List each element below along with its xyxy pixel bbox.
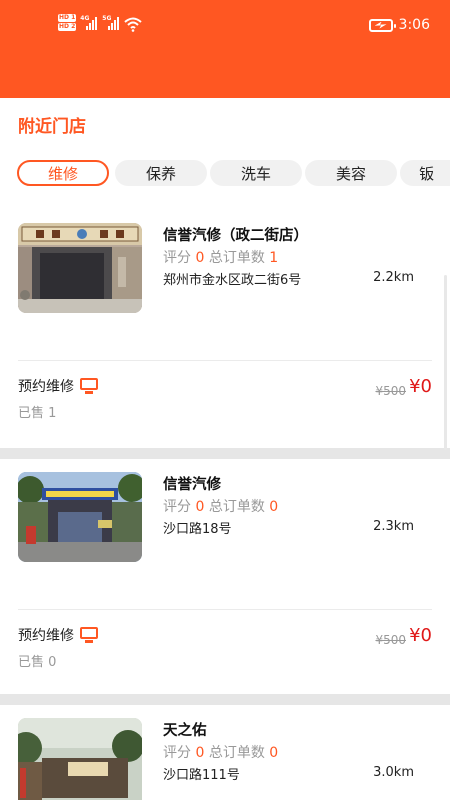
status-right: 3:06 bbox=[368, 17, 430, 33]
sold-count: 已售 1 bbox=[18, 406, 57, 421]
tab-sheet-metal[interactable]: 钣 bbox=[400, 160, 450, 186]
orders-label: 总订单数 bbox=[208, 745, 265, 761]
service-label[interactable]: 预约维修 bbox=[18, 376, 98, 396]
tab-car-wash[interactable]: 洗车 bbox=[210, 160, 302, 186]
status-bar: HD 1 HD 2 4G 5G 3:06 bbox=[0, 0, 450, 98]
signal-icon-1: 4G bbox=[80, 14, 98, 32]
service-name: 预约维修 bbox=[18, 379, 74, 395]
shop-card[interactable]: 信誉汽修（政二街店） 评分 0 总订单数 1 郑州市金水区政二街6号 2.2km… bbox=[0, 210, 450, 455]
card-separator bbox=[0, 694, 450, 705]
network-type-1: 4G bbox=[80, 15, 90, 22]
shop-card[interactable]: 信誉汽修 评分 0 总订单数 0 沙口路18号 2.3km 预约维修 已售 0 … bbox=[0, 459, 450, 704]
original-price: ¥500 bbox=[375, 633, 406, 647]
orders-value: 0 bbox=[269, 745, 279, 761]
shop-name: 天之佑 bbox=[163, 723, 207, 739]
tab-repair[interactable]: 维修 bbox=[17, 160, 109, 186]
monitor-icon bbox=[80, 378, 98, 394]
shop-stats: 评分 0 总订单数 0 bbox=[163, 496, 278, 516]
shop-name: 信誉汽修（政二街店） bbox=[163, 228, 308, 244]
monitor-icon bbox=[80, 627, 98, 643]
shop-photo bbox=[18, 223, 142, 313]
section-title: 附近门店 bbox=[18, 117, 86, 137]
divider bbox=[18, 360, 432, 361]
shop-card[interactable]: 天之佑 评分 0 总订单数 0 沙口路111号 3.0km bbox=[0, 705, 450, 800]
hd-badge-2: HD 2 bbox=[58, 23, 77, 31]
service-name: 预约维修 bbox=[18, 628, 74, 644]
tab-maintenance[interactable]: 保养 bbox=[115, 160, 207, 186]
original-price: ¥500 bbox=[375, 384, 406, 398]
shop-distance: 2.2km bbox=[373, 270, 414, 285]
battery-icon bbox=[368, 18, 396, 32]
service-label[interactable]: 预约维修 bbox=[18, 625, 98, 645]
wifi-icon bbox=[124, 17, 142, 32]
sold-count: 已售 0 bbox=[18, 655, 57, 670]
shop-photo bbox=[18, 472, 142, 562]
rating-label: 评分 bbox=[163, 745, 191, 761]
status-indicators: HD 1 HD 2 4G 5G bbox=[58, 14, 142, 32]
rating-label: 评分 bbox=[163, 250, 191, 266]
orders-value: 1 bbox=[269, 250, 279, 266]
shop-photo bbox=[18, 718, 142, 800]
shop-stats: 评分 0 总订单数 1 bbox=[163, 247, 278, 267]
tab-beauty[interactable]: 美容 bbox=[305, 160, 397, 186]
orders-value: 0 bbox=[269, 499, 279, 515]
shop-address: 沙口路111号 bbox=[163, 768, 240, 783]
signal-icon-2: 5G bbox=[102, 14, 120, 32]
rating-value: 0 bbox=[195, 499, 205, 515]
rating-value: 0 bbox=[195, 745, 205, 761]
shop-stats: 评分 0 总订单数 0 bbox=[163, 742, 278, 762]
rating-value: 0 bbox=[195, 250, 205, 266]
category-tabs: 维修 保养 洗车 美容 钣 bbox=[17, 160, 450, 187]
price: ¥0 bbox=[409, 376, 432, 397]
orders-label: 总订单数 bbox=[208, 499, 265, 515]
clock: 3:06 bbox=[398, 17, 430, 33]
network-type-2: 5G bbox=[102, 15, 112, 22]
shop-distance: 2.3km bbox=[373, 519, 414, 534]
card-separator bbox=[0, 448, 450, 459]
shop-address: 沙口路18号 bbox=[163, 522, 232, 537]
orders-label: 总订单数 bbox=[208, 250, 265, 266]
shop-distance: 3.0km bbox=[373, 765, 414, 780]
shop-name: 信誉汽修 bbox=[163, 477, 221, 493]
divider bbox=[18, 609, 432, 610]
shop-address: 郑州市金水区政二街6号 bbox=[163, 273, 302, 288]
price: ¥0 bbox=[409, 625, 432, 646]
scrollbar[interactable] bbox=[444, 275, 447, 450]
hd-badge-1: HD 1 bbox=[58, 14, 77, 22]
rating-label: 评分 bbox=[163, 499, 191, 515]
